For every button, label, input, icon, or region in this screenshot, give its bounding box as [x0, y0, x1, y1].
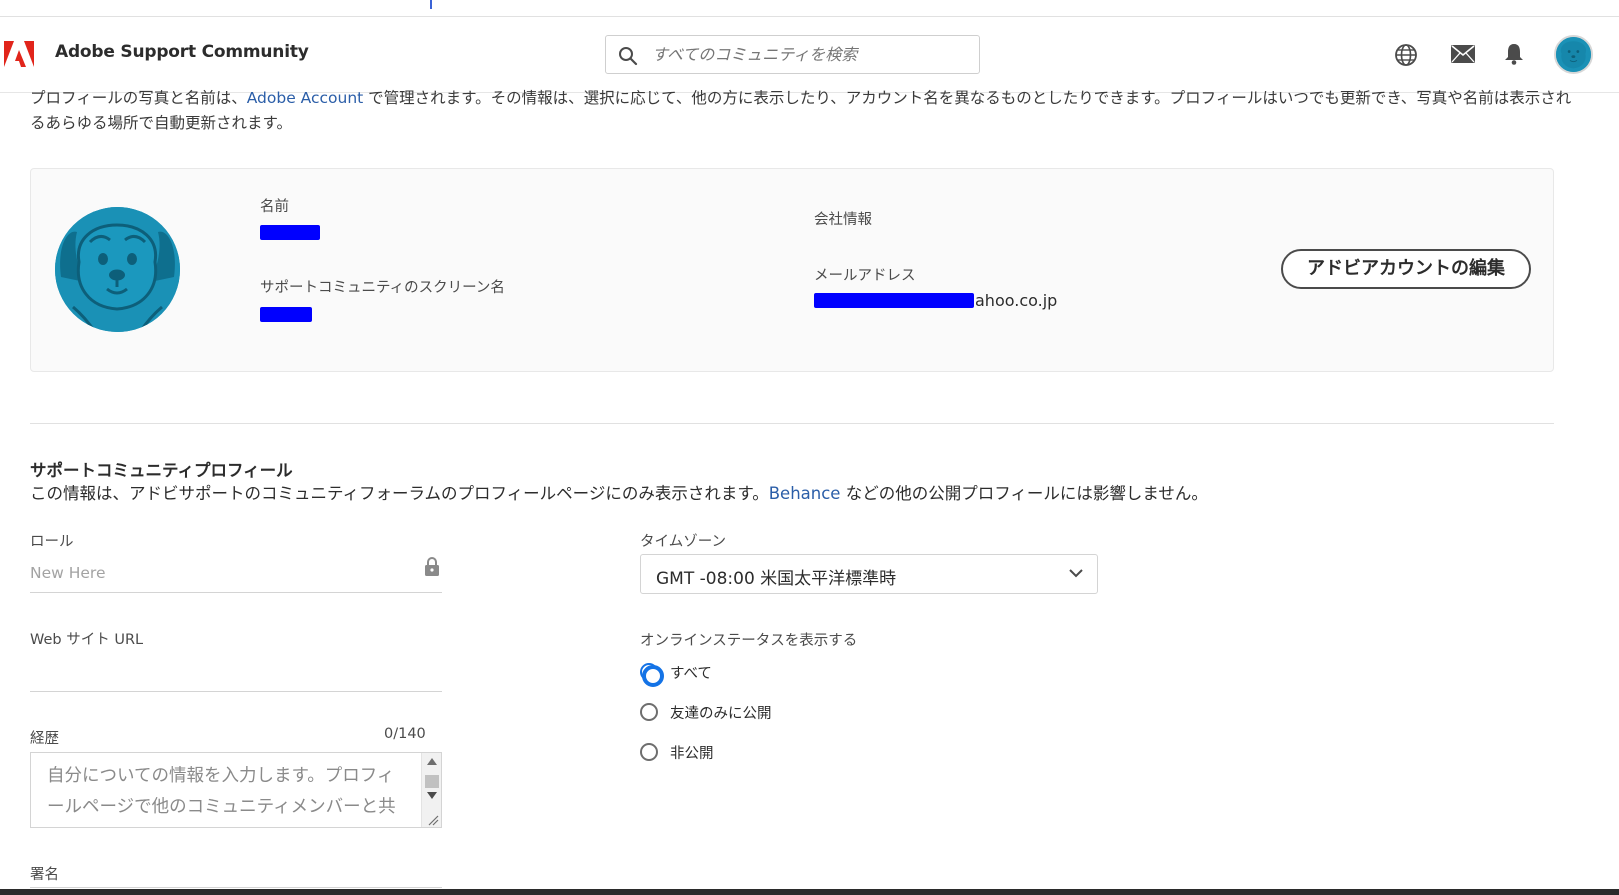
role-value: New Here	[30, 564, 106, 582]
timezone-value: GMT -08:00 米国太平洋標準時	[656, 569, 897, 589]
website-url-input[interactable]	[30, 652, 442, 692]
intro-text-part: プロフィールの写真と名前は、	[30, 89, 247, 107]
bio-scrollbar[interactable]	[421, 753, 441, 827]
community-profile-title: サポートコミュニティプロフィール	[30, 461, 293, 480]
redacted-email	[814, 293, 974, 308]
community-profile-description: この情報は、アドビサポートのコミュニティフォーラムのプロフィールページにのみ表示…	[30, 480, 1208, 504]
radio-unselected-icon[interactable]	[640, 743, 658, 761]
account-card: 名前 サポートコミュニティのスクリーン名 会社情報 メールアドレス ahoo.c…	[30, 168, 1554, 372]
search-box[interactable]	[605, 35, 980, 74]
chevron-down-icon	[1069, 569, 1083, 578]
timezone-label: タイムゾーン	[640, 534, 726, 550]
online-status-option-all[interactable]: すべて	[640, 661, 840, 687]
browser-top-strip	[0, 0, 1619, 17]
email-value: ahoo.co.jp	[975, 291, 1058, 310]
bio-textarea[interactable]: 自分についての情報を入力します。プロフィールページで他のコミュニティメンバーと共…	[30, 752, 442, 828]
radio-label: 友達のみに公開	[670, 706, 772, 722]
signature-input[interactable]	[30, 887, 442, 888]
adobe-logo-icon[interactable]	[4, 41, 34, 67]
radio-label: すべて	[670, 666, 712, 682]
site-header: Adobe Support Community	[0, 18, 1619, 93]
description-text-part: この情報は、アドビサポートのコミュニティフォーラムのプロフィールページにのみ表示…	[30, 484, 769, 503]
text-caret	[430, 0, 432, 9]
radio-unselected-icon[interactable]	[640, 703, 658, 721]
email-label: メールアドレス	[814, 268, 916, 284]
user-avatar[interactable]	[1554, 35, 1593, 74]
globe-icon[interactable]	[1394, 43, 1418, 67]
lock-icon	[425, 557, 439, 576]
role-label: ロール	[30, 534, 74, 550]
adobe-account-link[interactable]: Adobe Account	[247, 89, 364, 107]
seal-avatar-icon	[55, 207, 180, 332]
section-divider	[30, 423, 1554, 424]
scroll-down-icon[interactable]	[427, 792, 437, 799]
redacted-screen-name	[260, 307, 312, 322]
online-status-option-private[interactable]: 非公開	[640, 741, 840, 763]
online-status-option-friends[interactable]: 友達のみに公開	[640, 701, 840, 723]
search-icon	[619, 47, 638, 66]
bio-character-counter: 0/140	[384, 726, 426, 742]
timezone-select[interactable]: GMT -08:00 米国太平洋標準時	[640, 554, 1098, 594]
mail-icon[interactable]	[1451, 45, 1475, 63]
radio-selected-icon[interactable]	[640, 663, 664, 687]
website-url-label: Web サイト URL	[30, 632, 144, 648]
edit-adobe-account-button[interactable]: アドビアカウントの編集	[1281, 249, 1531, 289]
brand-title[interactable]: Adobe Support Community	[55, 42, 309, 62]
online-status-label: オンラインステータスを表示する	[640, 633, 858, 649]
company-label: 会社情報	[814, 212, 872, 228]
intro-text: プロフィールの写真と名前は、Adobe Account で管理されます。その情報…	[30, 86, 1575, 136]
signature-label: 署名	[30, 867, 59, 883]
search-input[interactable]	[652, 36, 972, 73]
behance-link[interactable]: Behance	[769, 484, 841, 503]
radio-label: 非公開	[670, 746, 714, 762]
scroll-up-icon[interactable]	[427, 758, 437, 765]
name-label: 名前	[260, 199, 289, 215]
resize-handle-icon[interactable]	[428, 815, 439, 826]
role-field: New Here	[30, 555, 442, 593]
screen-name-label: サポートコミュニティのスクリーン名	[260, 280, 505, 296]
profile-avatar	[55, 207, 180, 332]
seal-avatar-icon	[1556, 37, 1591, 72]
description-text-part: などの他の公開プロフィールには影響しません。	[840, 484, 1208, 503]
redacted-name	[260, 225, 320, 240]
bio-placeholder: 自分についての情報を入力します。プロフィールページで他のコミュニティメンバーと共…	[47, 766, 396, 817]
bio-label: 経歴	[30, 731, 59, 747]
bell-icon[interactable]	[1504, 43, 1524, 65]
scrollbar-thumb[interactable]	[425, 775, 439, 788]
bottom-bar	[0, 889, 1619, 895]
